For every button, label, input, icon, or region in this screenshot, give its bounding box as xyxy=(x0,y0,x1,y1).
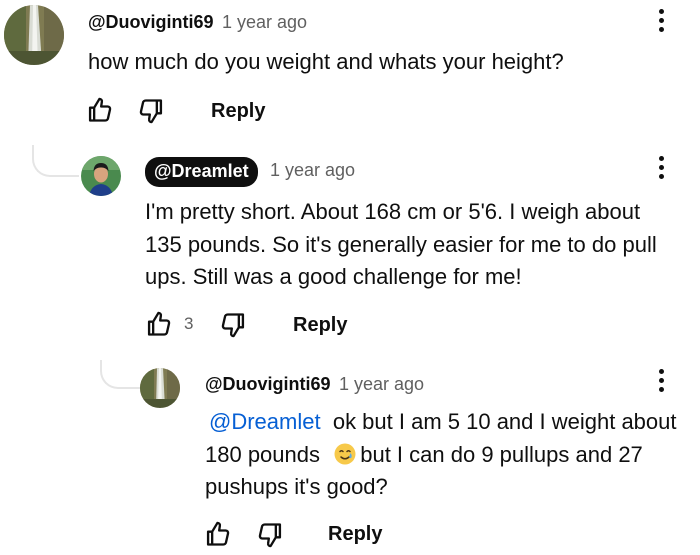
thumbs-up-icon[interactable] xyxy=(204,520,232,548)
thumbs-down-icon[interactable] xyxy=(137,97,165,125)
comment-timestamp[interactable]: 1 year ago xyxy=(270,160,355,181)
avatar[interactable] xyxy=(140,368,180,408)
comment-text-line: 180 pounds but I can do 9 pullups and 27 xyxy=(205,439,695,472)
thread-connector xyxy=(32,145,79,177)
comment-text-line: pushups it's good? xyxy=(205,474,388,499)
smiling-face-with-tear-emoji xyxy=(334,443,356,464)
thumbs-up-icon[interactable] xyxy=(145,310,173,338)
reply-button[interactable]: Reply xyxy=(293,314,347,337)
mention-link[interactable]: @Dreamlet xyxy=(209,409,321,434)
comment-text-segment: 180 pounds xyxy=(205,441,320,467)
more-vertical-icon[interactable] xyxy=(656,156,666,184)
comment-text: I'm pretty short. About 168 cm or 5'6. I… xyxy=(145,196,690,294)
thread-connector xyxy=(100,360,140,389)
comment-author[interactable]: @Duoviginti69 xyxy=(88,12,214,33)
reply-button[interactable]: Reply xyxy=(211,100,265,123)
comment-author[interactable]: @Duoviginti69 xyxy=(205,374,331,395)
comment-text-line: ups. Still was a good challenge for me! xyxy=(145,264,522,289)
comment-text-line: @Dreamlet ok but I am 5 10 and I weight … xyxy=(205,406,695,439)
like-count: 3 xyxy=(184,314,194,333)
more-vertical-icon[interactable] xyxy=(656,369,666,397)
comment-timestamp[interactable]: 1 year ago xyxy=(222,12,307,33)
more-vertical-icon[interactable] xyxy=(656,9,666,37)
thumbs-up-icon[interactable] xyxy=(86,96,114,124)
thumbs-down-icon[interactable] xyxy=(219,311,247,339)
comment-text: @Dreamlet ok but I am 5 10 and I weight … xyxy=(205,406,695,504)
comment-text: how much do you weight and whats your he… xyxy=(88,49,564,74)
avatar[interactable] xyxy=(4,5,64,65)
comment-timestamp[interactable]: 1 year ago xyxy=(339,374,424,395)
channel-owner-badge[interactable]: @Dreamlet xyxy=(145,157,258,187)
thumbs-down-icon[interactable] xyxy=(256,521,284,549)
comment-text-segment: but I can do 9 pullups and 27 xyxy=(360,441,643,467)
comment-text-line: 135 pounds. So it's generally easier for… xyxy=(145,231,657,257)
reply-button[interactable]: Reply xyxy=(328,523,382,546)
comment-text-line: I'm pretty short. About 168 cm or 5'6. I… xyxy=(145,199,641,224)
avatar[interactable] xyxy=(81,156,121,196)
comment-text-segment: ok but I am 5 10 and I weight about xyxy=(332,409,677,434)
